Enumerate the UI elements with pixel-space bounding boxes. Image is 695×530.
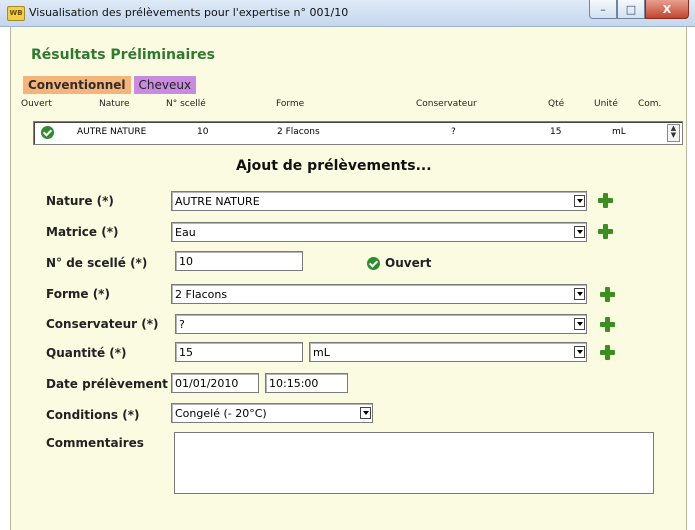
nature-label: Nature (*)	[46, 194, 114, 208]
col-qte[interactable]: Qté	[548, 99, 564, 109]
add-matrice-plus-icon[interactable]	[596, 222, 614, 240]
col-unite[interactable]: Unité	[594, 99, 618, 109]
table-row-conservateur[interactable]: ?	[451, 127, 456, 137]
unite-value: mL	[313, 346, 330, 359]
forme-value: 2 Flacons	[175, 288, 228, 301]
col-conservateur[interactable]: Conservateur	[416, 99, 477, 109]
nature-value: AUTRE NATURE	[175, 195, 260, 208]
date-input[interactable]: 01/01/2010	[171, 373, 259, 393]
table-row-forme[interactable]: 2 Flacons	[277, 127, 320, 137]
conservateur-combo[interactable]: ?	[175, 314, 587, 334]
conditions-value: Congelé (- 20°C)	[175, 407, 267, 420]
chevron-down-icon[interactable]	[574, 226, 585, 238]
results-title: Résultats Préliminaires	[31, 47, 216, 63]
quantite-label: Quantité (*)	[46, 346, 127, 360]
chevron-down-icon[interactable]	[574, 318, 585, 330]
chevron-down-icon[interactable]	[574, 195, 585, 207]
conditions-combo[interactable]: Congelé (- 20°C)	[171, 403, 373, 423]
col-nature[interactable]: Nature	[99, 99, 130, 109]
window-controls: – □ X	[589, 0, 689, 20]
matrice-combo[interactable]: Eau	[171, 222, 587, 242]
chevron-down-icon[interactable]	[574, 346, 585, 358]
table-row-scelle[interactable]: 10	[197, 127, 208, 137]
table-row-qte[interactable]: 15	[550, 127, 561, 137]
tab-bar: Conventionnel Cheveux	[23, 76, 197, 94]
col-com[interactable]: Com.	[638, 99, 661, 109]
unite-combo[interactable]: mL	[309, 342, 587, 362]
window-client-area: Résultats Préliminaires Conventionnel Ch…	[10, 27, 687, 530]
col-forme[interactable]: Forme	[276, 99, 304, 109]
forme-combo[interactable]: 2 Flacons	[171, 284, 587, 304]
table-row-nature[interactable]: AUTRE NATURE	[77, 127, 146, 137]
matrice-label: Matrice (*)	[46, 225, 119, 239]
form-title: Ajout de prélèvements...	[236, 158, 432, 174]
prelevements-list[interactable]: AUTRE NATURE 10 2 Flacons ? 15 mL ▲ ▼	[33, 121, 683, 145]
close-button[interactable]: X	[645, 0, 689, 19]
tab-cheveux[interactable]: Cheveux	[133, 76, 197, 94]
conservateur-value: ?	[179, 318, 185, 331]
chevron-down-icon[interactable]	[360, 407, 371, 419]
window-title: Visualisation des prélèvements pour l'ex…	[29, 6, 349, 19]
ouvert-indicator: Ouvert	[367, 256, 431, 270]
add-nature-plus-icon[interactable]	[596, 191, 614, 209]
maximize-button[interactable]: □	[617, 0, 645, 19]
scelle-label: N° de scellé (*)	[46, 256, 148, 270]
forme-label: Forme (*)	[46, 287, 110, 301]
time-input[interactable]: 10:15:00	[265, 373, 348, 393]
col-scelle[interactable]: N° scellé	[166, 99, 206, 109]
table-row-unite[interactable]: mL	[612, 127, 626, 137]
ouvert-label: Ouvert	[385, 256, 432, 270]
date-label: Date prélèvement	[46, 377, 168, 391]
window-frame-left	[0, 27, 10, 530]
matrice-value: Eau	[175, 226, 196, 239]
commentaires-textarea[interactable]	[174, 432, 654, 494]
minimize-button[interactable]: –	[589, 0, 617, 19]
add-unite-plus-icon[interactable]	[598, 343, 616, 361]
window-frame-right	[686, 27, 695, 530]
conservateur-label: Conservateur (*)	[46, 317, 159, 331]
check-circle-icon	[367, 256, 380, 270]
window-titlebar[interactable]: WB Visualisation des prélèvements pour l…	[0, 0, 695, 27]
row-spin-control[interactable]: ▲ ▼	[667, 124, 680, 142]
add-forme-plus-icon[interactable]	[598, 285, 616, 303]
chevron-down-icon[interactable]	[574, 288, 585, 300]
add-conservateur-plus-icon[interactable]	[598, 315, 616, 333]
commentaires-label: Commentaires	[46, 436, 144, 450]
app-icon: WB	[7, 6, 25, 21]
scelle-input[interactable]: 10	[175, 251, 303, 271]
tab-conventionnel[interactable]: Conventionnel	[23, 76, 131, 94]
col-ouvert[interactable]: Ouvert	[21, 99, 52, 109]
table-header: Ouvert Nature N° scellé Forme Conservate…	[11, 96, 686, 114]
conditions-label: Conditions (*)	[46, 408, 140, 422]
quantite-input[interactable]: 15	[175, 342, 303, 362]
nature-combo[interactable]: AUTRE NATURE	[171, 191, 587, 211]
check-circle-icon	[41, 126, 54, 139]
table-row-ouvert-cell	[41, 126, 54, 142]
